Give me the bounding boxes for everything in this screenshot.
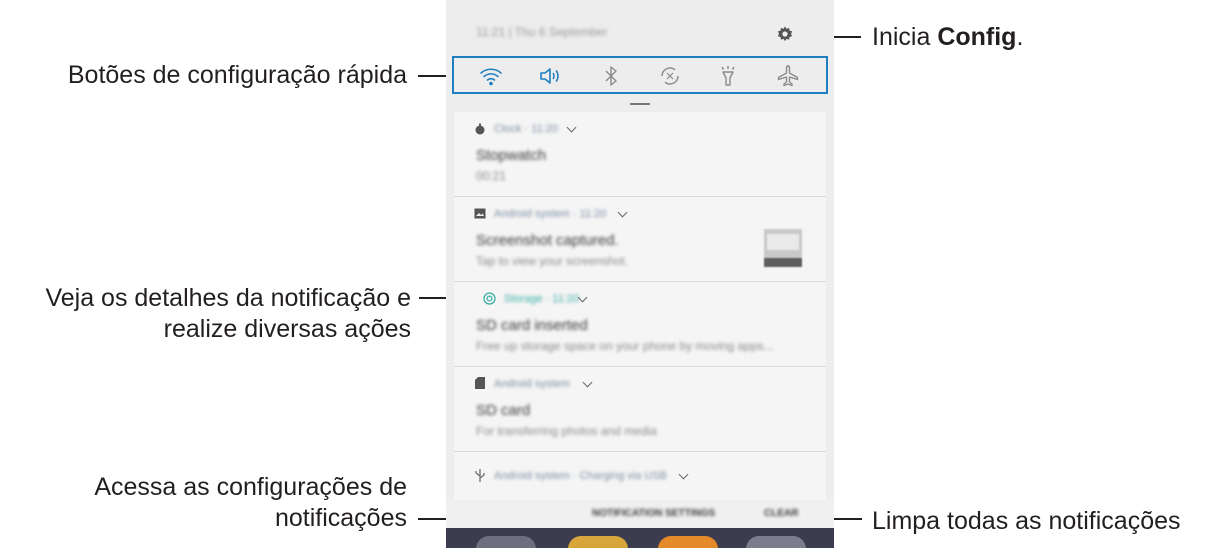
annotation-settings-prefix: Inicia <box>872 23 938 51</box>
dock-app-icon <box>568 536 628 548</box>
annotation-settings-bold: Config <box>937 23 1017 51</box>
sd-card-icon <box>475 377 485 389</box>
image-icon <box>474 208 486 219</box>
home-screen-dock <box>446 528 834 548</box>
notification-text: Tap to view your screenshot. <box>476 254 629 268</box>
quick-settings-buttons <box>452 56 828 94</box>
notification-title: SD card inserted <box>476 317 588 334</box>
notification-card[interactable]: Clock · 11:20 Stopwatch 00:21 <box>454 112 826 197</box>
dock-app-icon <box>658 536 718 548</box>
chevron-down-icon[interactable] <box>566 122 577 133</box>
annotation-settings: Inicia Config. <box>872 22 1023 53</box>
stopwatch-icon <box>475 123 485 135</box>
clear-button[interactable]: CLEAR <box>764 508 798 519</box>
annotation-clear-all: Limpa todas as notificações <box>872 507 1181 535</box>
chevron-down-icon[interactable] <box>678 469 689 480</box>
notification-text: 00:21 <box>476 169 507 183</box>
panel-drag-handle[interactable] <box>630 103 650 105</box>
sound-icon[interactable] <box>538 64 562 88</box>
notification-app: Android system · 11:20 <box>494 208 607 220</box>
dock-app-icon <box>746 536 806 548</box>
storage-icon <box>483 292 496 305</box>
screenshot-thumbnail[interactable] <box>764 229 802 267</box>
annotation-notification-settings: Acessa as configurações de notificações <box>94 472 407 534</box>
notification-title: Stopwatch <box>476 147 547 164</box>
notification-card[interactable]: Android system · 11:20 Screenshot captur… <box>454 197 826 282</box>
notification-title: Screenshot captured. <box>476 232 619 249</box>
wifi-icon[interactable] <box>479 64 503 88</box>
notification-app: Android system <box>494 378 570 390</box>
chevron-down-icon[interactable] <box>577 292 588 303</box>
auto-rotate-icon[interactable] <box>658 64 682 88</box>
notification-app: Storage · 11:20 <box>504 293 580 305</box>
chevron-down-icon[interactable] <box>617 207 628 218</box>
annotation-settings-suffix: . <box>1016 23 1024 51</box>
dock-app-icon <box>476 536 536 548</box>
annotation-notification-settings-line2: notificações <box>274 504 407 532</box>
annotation-notification-details-line2: realize diversas ações <box>163 315 411 343</box>
annotation-notification-settings-line1: Acessa as configurações de <box>94 473 407 501</box>
notification-app: Clock · 11:20 <box>494 123 558 135</box>
bluetooth-icon[interactable] <box>599 64 623 88</box>
airplane-mode-icon[interactable] <box>776 64 800 88</box>
notification-panel: 11:21 | Thu 6 September Clock · 11:20 St… <box>446 0 834 548</box>
status-time-date: 11:21 | Thu 6 September <box>476 25 608 39</box>
notification-card[interactable]: Storage · 11:20 SD card inserted Free up… <box>454 282 826 367</box>
annotation-notification-details: Veja os detalhes da notificação e realiz… <box>45 283 411 345</box>
notification-title: SD card <box>476 402 531 419</box>
notification-settings-button[interactable]: NOTIFICATION SETTINGS <box>592 508 715 519</box>
notification-card[interactable]: Android system SD card For transferring … <box>454 367 826 452</box>
annotation-notification-details-line1: Veja os detalhes da notificação e <box>45 284 411 312</box>
notification-text: For transferring photos and media <box>476 424 657 438</box>
notification-text: Free up storage space on your phone by m… <box>476 339 774 353</box>
usb-icon <box>475 469 485 482</box>
chevron-down-icon[interactable] <box>582 377 593 388</box>
annotation-quick-settings: Botões de configuração rápida <box>67 61 407 89</box>
gear-icon[interactable] <box>776 25 794 43</box>
notification-card[interactable]: Android system · Charging via USB <box>454 452 826 501</box>
flashlight-icon[interactable] <box>716 64 740 88</box>
notification-bottom-bar: NOTIFICATION SETTINGS CLEAR <box>446 500 834 528</box>
notification-app: Android system · Charging via USB <box>494 470 668 482</box>
